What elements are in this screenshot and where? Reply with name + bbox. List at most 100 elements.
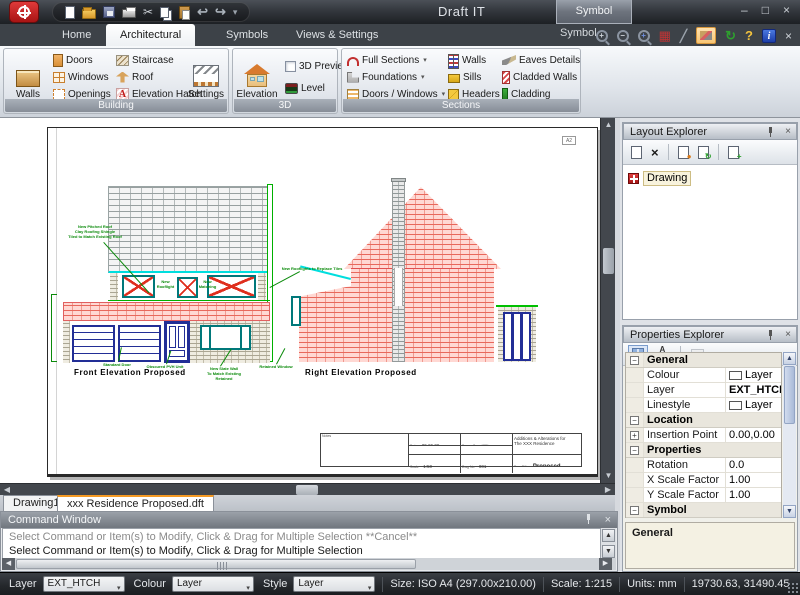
pin-icon[interactable] <box>766 330 775 340</box>
eaves-details-button[interactable]: Eaves Details <box>502 52 580 68</box>
delete-layout-icon[interactable]: × <box>651 146 659 159</box>
maximize-button[interactable]: □ <box>762 3 769 17</box>
cladded-walls-button[interactable]: Cladded Walls <box>502 69 577 85</box>
category-properties[interactable]: − Properties <box>626 443 781 458</box>
scroll-up-icon[interactable]: ▲ <box>602 529 615 542</box>
front-pier-ground[interactable] <box>63 321 70 363</box>
foundations-button[interactable]: Foundations▾ <box>347 69 425 85</box>
command-horizontal-scrollbar[interactable]: ◀ ▶ <box>2 558 616 570</box>
command-window-titlebar[interactable]: Command Window × <box>1 512 617 528</box>
scroll-left-icon[interactable]: ◀ <box>2 558 15 570</box>
cut-icon[interactable]: ✂ <box>143 4 153 20</box>
scroll-up-icon[interactable]: ▲ <box>783 352 796 365</box>
horizontal-scroll-thumb[interactable] <box>296 485 318 495</box>
dimension-line[interactable] <box>51 294 57 362</box>
qat-more-icon[interactable]: ▾ <box>233 7 238 18</box>
zoom-out-icon[interactable]: − <box>617 30 629 42</box>
section-walls-button[interactable]: Walls <box>448 52 486 68</box>
annotation-door[interactable]: Standard Door <box>101 362 133 367</box>
new-document-icon[interactable] <box>65 6 75 19</box>
french-door[interactable] <box>503 312 531 361</box>
annotation-upper-a[interactable]: New Rooflight <box>155 279 176 289</box>
close-button[interactable]: × <box>783 3 790 17</box>
redo-icon[interactable]: ↪ <box>215 4 226 20</box>
scroll-down-icon[interactable]: ▼ <box>602 545 615 558</box>
grid-icon[interactable]: ▦ <box>659 29 671 43</box>
annotation-pvh[interactable]: Obscured PVH Unit <box>146 364 184 369</box>
canvas-horizontal-scrollbar[interactable]: ◀ ▶ <box>0 483 615 495</box>
info-icon[interactable]: i <box>762 29 776 43</box>
front-window-upper-left[interactable] <box>122 275 155 298</box>
layout-explorer-titlebar[interactable]: Layout Explorer × <box>623 123 797 140</box>
drawing-canvas[interactable]: A2 New Rooflight New Matching <box>0 118 600 483</box>
front-pier-right[interactable] <box>258 273 266 300</box>
app-logo-icon[interactable] <box>9 1 39 23</box>
properties-close-icon[interactable]: × <box>785 330 791 340</box>
collapse-icon[interactable]: − <box>630 416 639 425</box>
help-icon[interactable]: ? <box>745 28 753 43</box>
undo-icon[interactable]: ↩ <box>197 4 208 20</box>
paste-icon[interactable] <box>179 6 190 19</box>
snap-line-icon[interactable]: ╱ <box>680 29 687 43</box>
scroll-up-icon[interactable]: ▲ <box>601 118 616 132</box>
properties-explorer-titlebar[interactable]: Properties Explorer × <box>623 326 797 343</box>
copy-icon[interactable] <box>160 7 169 18</box>
annotation-rooflights[interactable]: New Rooflights to Replace Tiles <box>276 266 348 271</box>
minimize-button[interactable]: – <box>741 3 748 17</box>
garage-door-right[interactable] <box>118 325 161 362</box>
open-folder-icon[interactable] <box>82 9 96 19</box>
chimney-cap[interactable] <box>391 178 406 182</box>
zoom-in-icon[interactable]: + <box>596 30 608 42</box>
refresh-layout-icon[interactable]: ↻ <box>698 146 709 159</box>
front-brick-band[interactable] <box>63 302 270 321</box>
annotation-roof-note[interactable]: New Pitched Roof Clay Roofing Shingle Ti… <box>62 224 128 239</box>
add-layout-icon[interactable]: + <box>728 146 739 159</box>
doc-tab-residence[interactable]: xxx Residence Proposed.dft <box>57 495 214 511</box>
canvas-vertical-scrollbar[interactable]: ▲ ▼ <box>600 118 615 483</box>
staircase-button[interactable]: Staircase <box>116 52 174 68</box>
command-close-icon[interactable]: × <box>605 514 611 526</box>
command-vertical-scrollbar[interactable]: ▲ ▼ <box>601 528 616 559</box>
tab-home[interactable]: Home <box>48 24 105 46</box>
category-general[interactable]: − General <box>626 353 781 368</box>
properties-scroll-thumb[interactable] <box>784 366 795 424</box>
front-window-upper-mid[interactable] <box>177 277 198 298</box>
zoom-pan-icon[interactable]: + <box>638 30 650 42</box>
scroll-down-icon[interactable]: ▼ <box>783 505 796 518</box>
right-gable-roof[interactable] <box>344 187 501 269</box>
annotation-upper-b[interactable]: New Matching <box>197 279 218 289</box>
pin-icon[interactable] <box>766 127 775 137</box>
elevation-button[interactable]: Elevation <box>235 51 279 101</box>
ribbon-close-icon[interactable]: × <box>785 29 792 43</box>
leanto-wall[interactable] <box>299 286 351 362</box>
sills-button[interactable]: Sills <box>448 69 481 85</box>
layout-properties-icon[interactable]: ● <box>678 146 689 159</box>
windows-button[interactable]: Windows <box>53 69 109 85</box>
tab-views-settings[interactable]: Views & Settings <box>282 24 392 46</box>
front-elevation-label[interactable]: Front Elevation Proposed <box>74 368 186 377</box>
save-icon[interactable] <box>103 6 115 18</box>
print-icon[interactable] <box>122 9 136 18</box>
settings-button[interactable]: Settings <box>184 51 228 101</box>
symbol-tool-active-icon[interactable] <box>696 27 716 44</box>
layout-item-drawing[interactable]: Drawing <box>628 171 792 186</box>
command-log[interactable]: Select Command or Item(s) to Modify, Cli… <box>2 528 601 559</box>
properties-scrollbar[interactable]: ▲ ▼ <box>783 352 796 518</box>
refresh-icon[interactable]: ↻ <box>725 28 736 44</box>
colour-dropdown[interactable]: Layer▾ <box>172 576 254 592</box>
expand-icon[interactable]: + <box>630 431 639 440</box>
front-floor-line[interactable] <box>108 300 270 301</box>
front-pier-left[interactable] <box>110 273 118 300</box>
layout-close-icon[interactable]: × <box>785 127 791 137</box>
right-wall-body[interactable] <box>351 268 494 362</box>
annotation-window[interactable]: Retained Window <box>256 364 296 369</box>
tab-symbols[interactable]: Symbols <box>212 24 282 46</box>
collapse-icon[interactable]: − <box>630 506 639 515</box>
collapse-icon[interactable]: − <box>630 356 639 365</box>
tab-architectural[interactable]: Architectural <box>106 24 195 46</box>
level-button[interactable]: Level <box>285 80 325 96</box>
annotation-wall[interactable]: New Slate Wall To Match Existing Retaine… <box>202 366 246 381</box>
layer-dropdown[interactable]: EXT_HTCH▾ <box>43 576 125 592</box>
leanto-window[interactable] <box>291 296 301 326</box>
roof-button[interactable]: Roof <box>116 69 153 85</box>
